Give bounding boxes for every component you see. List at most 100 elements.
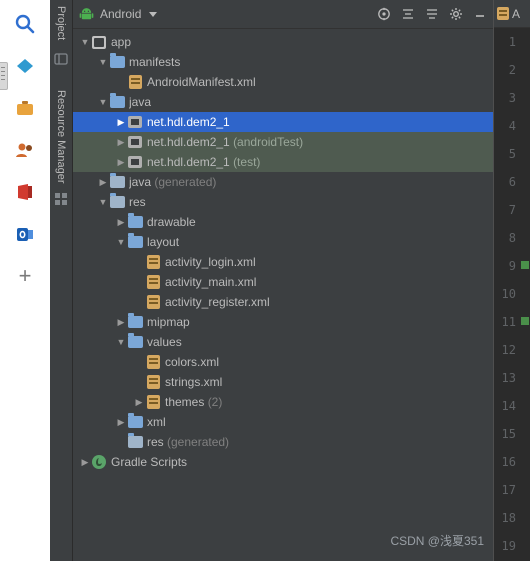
chevron-down-icon[interactable] bbox=[149, 11, 158, 17]
minimize-icon[interactable] bbox=[471, 5, 489, 23]
tree-row[interactable]: ▼ layout bbox=[73, 232, 493, 252]
tree-row-suffix: (generated) bbox=[154, 175, 217, 189]
project-tool-window: Android ▼app▼manifests▶AndroidManifest.x… bbox=[73, 0, 493, 561]
settings-gear-icon[interactable] bbox=[447, 5, 465, 23]
add-button[interactable]: + bbox=[9, 260, 41, 292]
chevron-down-icon[interactable]: ▼ bbox=[79, 37, 91, 47]
tree-row[interactable]: ▼ res bbox=[73, 192, 493, 212]
folder-icon bbox=[127, 333, 143, 348]
tree-row[interactable]: ▼ values bbox=[73, 332, 493, 352]
briefcase-icon[interactable] bbox=[9, 92, 41, 124]
tree-row[interactable]: ▶ net.hdl.dem2_1 (test) bbox=[73, 152, 493, 172]
tree-row[interactable]: ▶ xml bbox=[73, 412, 493, 432]
line-number: 1 bbox=[508, 35, 516, 49]
line-number: 18 bbox=[501, 511, 516, 525]
tree-row-suffix: (generated) bbox=[167, 435, 230, 449]
tree-row[interactable]: ▶ mipmap bbox=[73, 312, 493, 332]
line-number: 16 bbox=[501, 455, 516, 469]
project-tool-icon[interactable] bbox=[54, 52, 68, 66]
rail-drag-handle[interactable] bbox=[0, 62, 8, 90]
office-icon[interactable] bbox=[9, 176, 41, 208]
chevron-right-icon[interactable]: ▶ bbox=[115, 117, 127, 127]
chevron-down-icon[interactable]: ▼ bbox=[115, 237, 127, 247]
stripe-item-resource-manager[interactable]: Resource Manager bbox=[55, 90, 67, 184]
line-number-gutter: 1 2 3 4 5 6 7 8 9 10 11 12 13 14 15 16 17 18 19 bbox=[494, 28, 530, 560]
chevron-down-icon[interactable]: ▼ bbox=[97, 97, 109, 107]
outlook-icon[interactable] bbox=[9, 218, 41, 250]
tree-row[interactable]: ▶activity_login.xml bbox=[73, 252, 493, 272]
editor-tab[interactable]: A bbox=[494, 0, 530, 28]
line-number: 10 bbox=[501, 287, 516, 301]
res-folder-icon bbox=[109, 193, 125, 208]
tree-row[interactable]: ▶colors.xml bbox=[73, 352, 493, 372]
xml-file-icon bbox=[146, 255, 160, 269]
select-opened-file-icon[interactable] bbox=[375, 5, 393, 23]
chevron-down-icon[interactable]: ▼ bbox=[115, 337, 127, 347]
package-icon bbox=[128, 136, 142, 148]
xml-file-icon bbox=[128, 75, 142, 89]
tree-row-label: activity_login.xml bbox=[165, 255, 256, 269]
tree-row[interactable]: ▶ Gradle Scripts bbox=[73, 452, 493, 472]
tree-row-icon bbox=[109, 53, 125, 70]
generated-folder-icon bbox=[109, 173, 125, 188]
chevron-right-icon[interactable]: ▶ bbox=[115, 317, 127, 327]
chevron-right-icon[interactable]: ▶ bbox=[115, 137, 127, 147]
tree-row[interactable]: ▼ app bbox=[73, 32, 493, 52]
line-number: 7 bbox=[508, 203, 516, 217]
chevron-right-icon[interactable]: ▶ bbox=[115, 417, 127, 427]
expand-all-icon[interactable] bbox=[423, 5, 441, 23]
stripe-item-project[interactable]: Project bbox=[55, 6, 67, 40]
tree-row-icon bbox=[145, 294, 161, 310]
tree-row[interactable]: ▶AndroidManifest.xml bbox=[73, 72, 493, 92]
tree-row-label: AndroidManifest.xml bbox=[147, 75, 256, 89]
tree-row[interactable]: ▶ themes (2) bbox=[73, 392, 493, 412]
tree-row[interactable]: ▶ java (generated) bbox=[73, 172, 493, 192]
chevron-right-icon[interactable]: ▶ bbox=[133, 397, 145, 407]
line-number: 2 bbox=[508, 63, 516, 77]
xml-file-icon bbox=[146, 355, 160, 369]
tree-row-icon bbox=[91, 34, 107, 50]
tree-row[interactable]: ▶activity_main.xml bbox=[73, 272, 493, 292]
tree-row-label: java bbox=[129, 95, 152, 109]
xml-file-icon bbox=[497, 7, 509, 20]
plus-icon: + bbox=[18, 263, 32, 288]
tree-row-label: activity_main.xml bbox=[165, 275, 257, 289]
tree-row[interactable]: ▶ net.hdl.dem2_1 (androidTest) bbox=[73, 132, 493, 152]
bookmark-icon[interactable] bbox=[9, 50, 41, 82]
package-icon bbox=[128, 156, 142, 168]
tree-row-icon bbox=[127, 114, 143, 130]
tree-row-label: net.hdl.dem2_1 (androidTest) bbox=[147, 135, 304, 149]
xml-file-icon bbox=[146, 275, 160, 289]
tree-row[interactable]: ▼ java bbox=[73, 92, 493, 112]
project-tree[interactable]: ▼app▼manifests▶AndroidManifest.xml▼java▶… bbox=[73, 29, 493, 561]
chevron-down-icon[interactable]: ▼ bbox=[97, 197, 109, 207]
fold-marker-icon[interactable] bbox=[521, 261, 529, 269]
fold-marker-icon[interactable] bbox=[521, 317, 529, 325]
search-icon[interactable] bbox=[9, 8, 41, 40]
folder-icon bbox=[127, 233, 143, 248]
chevron-right-icon[interactable]: ▶ bbox=[115, 157, 127, 167]
people-icon[interactable] bbox=[9, 134, 41, 166]
chevron-right-icon[interactable]: ▶ bbox=[79, 457, 91, 467]
tree-row-icon bbox=[127, 313, 143, 330]
chevron-down-icon[interactable]: ▼ bbox=[97, 57, 109, 67]
tree-row[interactable]: ▶ net.hdl.dem2_1 bbox=[73, 112, 493, 132]
tree-row-label: layout bbox=[147, 235, 180, 249]
tree-row-icon bbox=[127, 74, 143, 90]
tree-row-label: net.hdl.dem2_1 bbox=[147, 115, 230, 129]
chevron-right-icon[interactable]: ▶ bbox=[115, 217, 127, 227]
tree-row-icon bbox=[109, 173, 125, 190]
tree-row[interactable]: ▶activity_register.xml bbox=[73, 292, 493, 312]
folder-icon bbox=[109, 93, 125, 108]
tree-row-icon bbox=[145, 354, 161, 370]
tree-row[interactable]: ▶res (generated) bbox=[73, 432, 493, 452]
tree-row[interactable]: ▶ drawable bbox=[73, 212, 493, 232]
chevron-right-icon[interactable]: ▶ bbox=[97, 177, 109, 187]
collapse-all-icon[interactable] bbox=[399, 5, 417, 23]
tree-row[interactable]: ▼ manifests bbox=[73, 52, 493, 72]
tree-row[interactable]: ▶strings.xml bbox=[73, 372, 493, 392]
line-number: 3 bbox=[508, 91, 516, 105]
project-view-selector-label[interactable]: Android bbox=[100, 7, 141, 21]
resource-manager-icon[interactable] bbox=[54, 192, 68, 206]
line-number: 13 bbox=[501, 371, 516, 385]
